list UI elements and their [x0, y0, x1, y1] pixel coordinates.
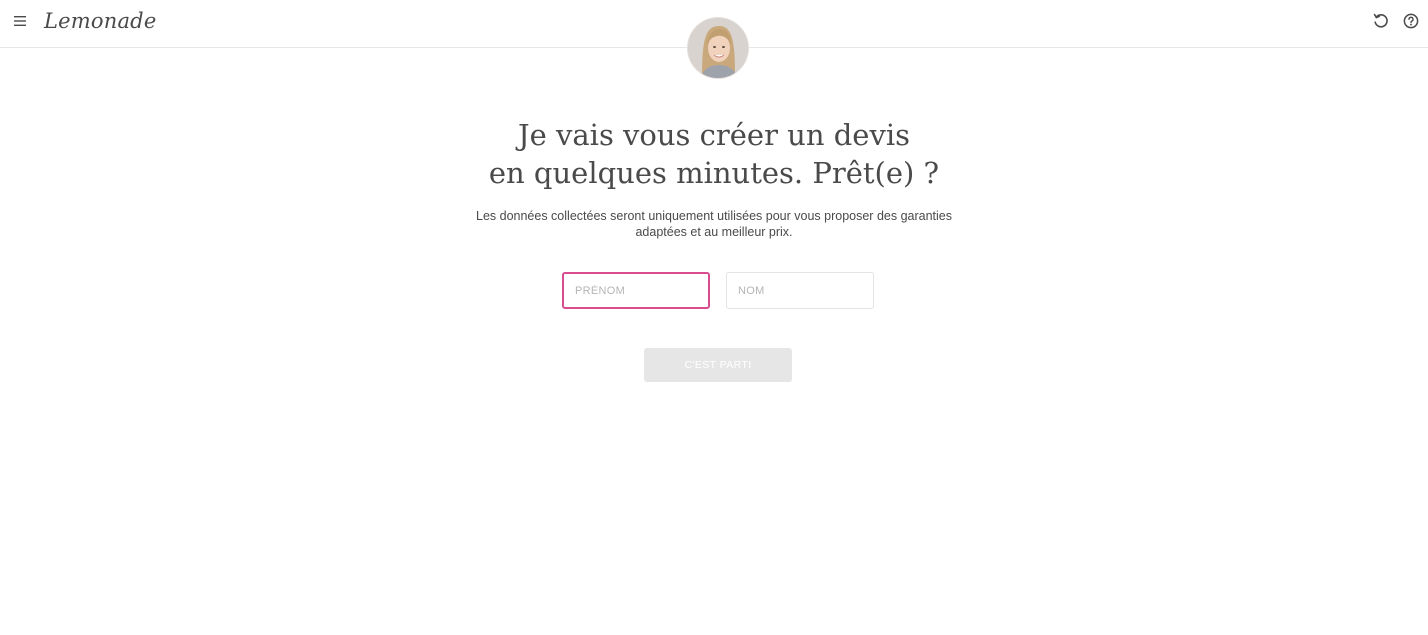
- hamburger-menu-icon[interactable]: [14, 14, 28, 28]
- start-button[interactable]: C'EST PARTI: [644, 348, 792, 382]
- privacy-subtitle: Les données collectées seront uniquement…: [476, 209, 952, 239]
- first-name-input[interactable]: [562, 272, 710, 309]
- undo-icon[interactable]: [1372, 12, 1390, 30]
- page-title: Je vais vous créer un devis en quelques …: [414, 116, 1014, 192]
- last-name-input[interactable]: [726, 272, 874, 309]
- assistant-portrait-image: [688, 18, 748, 78]
- page-title-line-1: Je vais vous créer un devis: [517, 118, 911, 152]
- assistant-avatar: [688, 18, 748, 78]
- page-title-line-2: en quelques minutes. Prêt(e) ?: [488, 156, 940, 190]
- lemonade-logo[interactable]: Lemonade: [44, 6, 156, 36]
- help-circle-icon[interactable]: [1402, 12, 1420, 30]
